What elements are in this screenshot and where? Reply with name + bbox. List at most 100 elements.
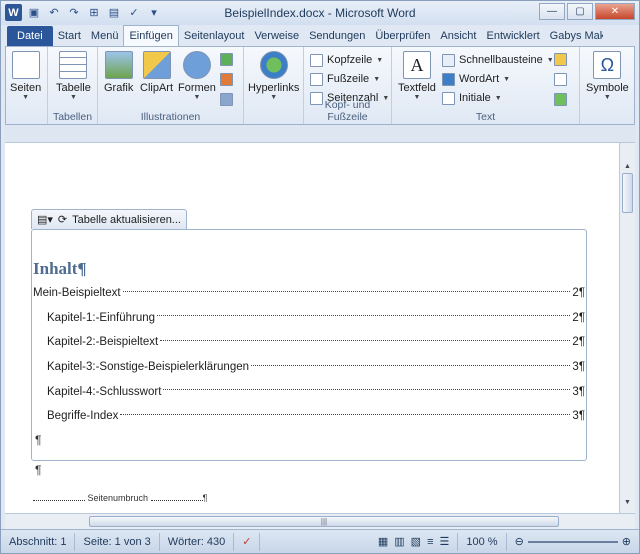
fusszeile-button[interactable]: Fußzeile ▼ [310, 70, 380, 88]
object-icon[interactable] [554, 93, 567, 106]
smartart-icon[interactable] [220, 53, 233, 66]
zoom-in-icon[interactable]: ⊕ [622, 533, 631, 551]
toc-update-icon: ⟳ [57, 214, 68, 226]
wordart-icon [442, 72, 455, 86]
clipart-button[interactable]: ClipArt [140, 51, 173, 94]
tabelle-button[interactable]: Tabelle ▼ [56, 51, 91, 101]
seiten-button[interactable]: Seiten ▼ [10, 51, 41, 101]
page-break-marker: Seitenumbruch ¶ [33, 493, 207, 503]
tab-sendungen[interactable]: Sendungen [304, 26, 370, 46]
chart-icon[interactable] [220, 73, 233, 86]
zoom-level[interactable]: 100 % [458, 532, 507, 551]
pilcrow-mark: ¶ [35, 463, 42, 477]
print-layout-icon[interactable]: ▦ [378, 533, 388, 551]
group-text: A Textfeld ▼ Schnellbausteine ▼ WordArt ▼ … [392, 47, 580, 124]
status-bar: Abschnitt: 1 Seite: 1 von 3 Wörter: 430 … [1, 529, 639, 553]
symbole-button[interactable]: Ω Symbole ▼ [586, 51, 629, 101]
tab-seitenlayout[interactable]: Seitenlayout [179, 26, 250, 46]
signature-line-icon[interactable] [554, 53, 567, 66]
picture-icon [104, 51, 133, 79]
chevron-down-icon: ▼ [193, 94, 201, 101]
group-label-kopf-fusszeile: Kopf- und Fußzeile [324, 99, 371, 123]
word-window: W ▣ ↶ ↷ ⊞ ▤ ✓ ▾ BeispielIndex.docx - Mic… [0, 0, 640, 554]
vertical-scroll-thumb[interactable] [622, 173, 633, 213]
tab-start[interactable]: Start [53, 26, 86, 46]
group-seiten: Seiten ▼ [6, 47, 48, 124]
globe-icon [259, 51, 288, 79]
wordart-button[interactable]: WordArt ▼ [442, 70, 510, 88]
chevron-down-icon: ▼ [603, 94, 611, 101]
maximize-button[interactable]: ▢ [567, 3, 593, 20]
group-kopf-fusszeile: Kopfzeile ▼ Fußzeile ▼ Seitenzahl ▼ Kopf- u… [304, 47, 392, 124]
tab-ansicht[interactable]: Ansicht [435, 26, 481, 46]
vertical-scrollbar[interactable]: ▲ ▼ [619, 143, 635, 513]
toc-toolbar: ▤▾ ⟳ Tabelle aktualisieren... [31, 209, 187, 229]
schnellbausteine-button[interactable]: Schnellbausteine ▼ [442, 51, 554, 69]
toc-entry[interactable]: Kapitel-1:-Einführung 2¶ [33, 306, 585, 331]
footer-icon [310, 72, 323, 86]
status-words[interactable]: Wörter: 430 [160, 532, 235, 551]
toc-entry[interactable]: Begriffe-Index 3¶ [33, 404, 585, 429]
tab-verweise[interactable]: Verweise [249, 26, 304, 46]
screenshot-icon[interactable] [220, 93, 233, 106]
initiale-button[interactable]: Initiale ▼ [442, 89, 502, 107]
toc-entry[interactable]: Mein-Beispieltext 2¶ [33, 281, 585, 306]
formen-button[interactable]: Formen ▼ [178, 51, 216, 101]
grafik-button[interactable]: Grafik [104, 51, 133, 94]
omega-icon: Ω [593, 51, 622, 79]
zoom-out-icon[interactable]: ⊖ [515, 533, 524, 551]
toc-update-button[interactable]: Tabelle aktualisieren... [72, 214, 181, 226]
ribbon: Seiten ▼ Tabelle ▼ Tabellen Grafik ClipA… [5, 46, 635, 125]
group-label-tabellen: Tabellen [52, 111, 93, 123]
tab-einfuegen[interactable]: Einfügen [123, 25, 179, 46]
draft-icon[interactable]: ☰ [439, 533, 449, 551]
close-button[interactable]: ✕ [595, 3, 635, 20]
header-icon [310, 53, 323, 67]
quickparts-icon [442, 53, 455, 67]
horizontal-scroll-thumb[interactable]: ||| [89, 516, 559, 527]
toc-entry[interactable]: Kapitel-3:-Sonstige-Beispielerklärungen … [33, 355, 585, 380]
scroll-down-icon[interactable]: ▼ [622, 499, 633, 511]
title-bar: W ▣ ↶ ↷ ⊞ ▤ ✓ ▾ BeispielIndex.docx - Mic… [1, 1, 639, 25]
outline-icon[interactable]: ≡ [427, 533, 433, 551]
textfeld-button[interactable]: A Textfeld ▼ [398, 51, 436, 101]
pages-icon [11, 51, 40, 79]
toc-menu-icon[interactable]: ▤▾ [37, 213, 53, 226]
chevron-down-icon: ▼ [413, 94, 421, 101]
horizontal-ruler[interactable] [5, 125, 635, 143]
kopfzeile-button[interactable]: Kopfzeile ▼ [310, 51, 383, 69]
table-of-contents: Mein-Beispieltext 2¶ Kapitel-1:-Einführu… [33, 281, 585, 429]
chevron-down-icon: ▼ [22, 94, 30, 101]
document-page[interactable]: ▤▾ ⟳ Tabelle aktualisieren... Inhalt¶ Me… [5, 143, 619, 513]
group-tabellen: Tabelle ▼ Tabellen [48, 47, 98, 124]
status-section[interactable]: Abschnitt: 1 [1, 532, 76, 551]
group-label-text: Text [475, 111, 496, 123]
date-time-icon[interactable] [554, 73, 567, 86]
dropcap-icon [442, 91, 455, 105]
tab-menue[interactable]: Menü [86, 26, 124, 46]
group-label-illustrationen: Illustrationen [140, 111, 201, 123]
toc-heading: Inhalt¶ [33, 259, 87, 278]
zoom-slider[interactable]: ⊖ ⊕ [507, 533, 639, 551]
minimize-button[interactable]: — [539, 3, 565, 20]
view-buttons: ▦ ▥ ▧ ≡ ☰ [370, 532, 459, 551]
group-illustrationen: Grafik ClipArt Formen ▼ Illustrationen [98, 47, 244, 124]
window-controls: — ▢ ✕ [539, 3, 635, 20]
hyperlinks-button[interactable]: Hyperlinks ▼ [248, 51, 299, 101]
status-page[interactable]: Seite: 1 von 3 [75, 532, 160, 551]
shapes-icon [182, 51, 211, 79]
spellcheck-icon[interactable]: ✓ [234, 532, 261, 551]
web-layout-icon[interactable]: ▧ [411, 533, 421, 551]
group-links: Hyperlinks ▼ [244, 47, 304, 124]
fullscreen-reading-icon[interactable]: ▥ [394, 533, 404, 551]
tab-ueberpruefen[interactable]: Überprüfen [370, 26, 435, 46]
clipart-icon [142, 51, 171, 79]
tab-gabys-makros[interactable]: Gabys Makros [545, 26, 603, 46]
horizontal-scrollbar[interactable]: ||| [5, 513, 635, 529]
tab-entwicklert[interactable]: Entwicklert [481, 26, 544, 46]
tab-datei[interactable]: Datei [7, 26, 53, 46]
table-icon [59, 51, 88, 79]
toc-entry[interactable]: Kapitel-2:-Beispieltext 2¶ [33, 330, 585, 355]
chevron-down-icon: ▼ [69, 94, 77, 101]
toc-entry[interactable]: Kapitel-4:-Schlusswort 3¶ [33, 379, 585, 404]
